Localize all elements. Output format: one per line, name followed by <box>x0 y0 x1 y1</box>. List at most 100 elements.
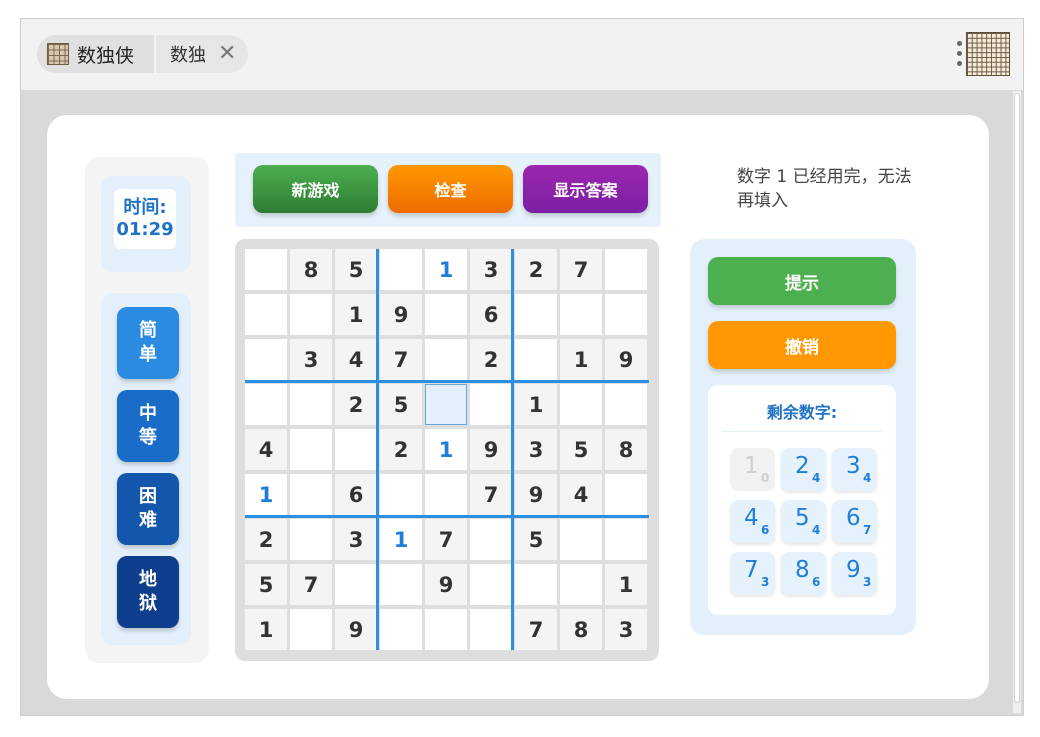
board-cell[interactable]: 9 <box>335 609 377 650</box>
board-cell[interactable]: 1 <box>425 429 467 470</box>
board-cell[interactable] <box>245 384 287 425</box>
board-cell[interactable] <box>335 564 377 605</box>
difficulty-medium-button[interactable]: 中等 <box>117 390 179 462</box>
board-cell[interactable]: 4 <box>560 474 602 515</box>
board-cell[interactable]: 8 <box>290 249 332 290</box>
board-cell[interactable]: 2 <box>335 384 377 425</box>
show-answer-button[interactable]: 显示答案 <box>523 165 648 213</box>
more-menu-icon[interactable] <box>957 41 963 69</box>
board-cell[interactable]: 5 <box>560 429 602 470</box>
board-cell[interactable] <box>605 384 647 425</box>
difficulty-easy-button[interactable]: 简单 <box>117 307 179 379</box>
board-cell[interactable] <box>290 429 332 470</box>
number-button-6[interactable]: 67 <box>832 500 877 543</box>
close-icon[interactable]: ✕ <box>218 43 236 65</box>
board-cell[interactable]: 7 <box>470 474 512 515</box>
difficulty-hell-button[interactable]: 地狱 <box>117 556 179 628</box>
board-cell[interactable] <box>470 384 512 425</box>
board-cell[interactable]: 6 <box>470 294 512 335</box>
board-cell[interactable]: 1 <box>245 474 287 515</box>
number-button-5[interactable]: 54 <box>781 500 826 543</box>
undo-button[interactable]: 撤销 <box>708 321 896 369</box>
board-cell[interactable]: 1 <box>425 249 467 290</box>
board-cell[interactable]: 3 <box>515 429 557 470</box>
board-cell[interactable] <box>245 339 287 380</box>
board-cell[interactable]: 1 <box>245 609 287 650</box>
board-cell[interactable] <box>605 249 647 290</box>
board-cell[interactable] <box>515 564 557 605</box>
board-cell[interactable] <box>245 249 287 290</box>
board-cell[interactable]: 4 <box>245 429 287 470</box>
new-game-button[interactable]: 新游戏 <box>253 165 378 213</box>
board-cell[interactable] <box>290 519 332 560</box>
board-cell[interactable]: 5 <box>380 384 422 425</box>
board-cell[interactable]: 1 <box>335 294 377 335</box>
number-button-8[interactable]: 86 <box>781 552 826 595</box>
number-button-7[interactable]: 73 <box>730 552 775 595</box>
board-cell[interactable] <box>560 564 602 605</box>
scrollbar-thumb[interactable] <box>1014 93 1020 703</box>
board-cell[interactable]: 9 <box>470 429 512 470</box>
board-cell[interactable] <box>560 384 602 425</box>
board-cell[interactable] <box>290 294 332 335</box>
board-cell[interactable] <box>380 474 422 515</box>
tab-app[interactable]: 数独侠 <box>37 35 155 73</box>
board-cell[interactable] <box>425 474 467 515</box>
tab-sudoku[interactable]: 数独 ✕ <box>156 35 249 73</box>
board-cell[interactable]: 1 <box>605 564 647 605</box>
board-cell[interactable] <box>470 609 512 650</box>
board-cell[interactable] <box>560 519 602 560</box>
vertical-scrollbar[interactable] <box>1013 91 1021 713</box>
check-button[interactable]: 检查 <box>388 165 513 213</box>
board-cell[interactable]: 5 <box>515 519 557 560</box>
board-cell[interactable] <box>560 294 602 335</box>
board-cell[interactable]: 3 <box>605 609 647 650</box>
board-cell[interactable] <box>605 474 647 515</box>
board-cell[interactable] <box>425 609 467 650</box>
board-cell[interactable]: 1 <box>560 339 602 380</box>
board-cell[interactable]: 3 <box>470 249 512 290</box>
board-cell[interactable] <box>245 294 287 335</box>
board-cell[interactable] <box>425 339 467 380</box>
board-cell[interactable] <box>425 384 467 425</box>
board-cell[interactable] <box>605 519 647 560</box>
board-cell[interactable]: 9 <box>425 564 467 605</box>
board-cell[interactable] <box>335 429 377 470</box>
number-button-3[interactable]: 34 <box>832 448 877 491</box>
board-cell[interactable]: 3 <box>335 519 377 560</box>
board-cell[interactable]: 2 <box>515 249 557 290</box>
board-cell[interactable]: 8 <box>605 429 647 470</box>
board-cell[interactable] <box>290 609 332 650</box>
hint-button[interactable]: 提示 <box>708 257 896 305</box>
board-cell[interactable] <box>605 294 647 335</box>
board-cell[interactable] <box>380 564 422 605</box>
board-cell[interactable]: 2 <box>245 519 287 560</box>
board-cell[interactable] <box>470 564 512 605</box>
board-cell[interactable] <box>290 384 332 425</box>
board-cell[interactable] <box>290 474 332 515</box>
board-cell[interactable]: 1 <box>380 519 422 560</box>
number-button-1[interactable]: 10 <box>730 448 775 491</box>
board-cell[interactable]: 3 <box>290 339 332 380</box>
board-cell[interactable] <box>380 609 422 650</box>
board-cell[interactable]: 8 <box>560 609 602 650</box>
board-cell[interactable]: 6 <box>335 474 377 515</box>
board-cell[interactable]: 9 <box>515 474 557 515</box>
board-cell[interactable]: 2 <box>470 339 512 380</box>
board-cell[interactable]: 4 <box>335 339 377 380</box>
board-cell[interactable]: 7 <box>515 609 557 650</box>
board-cell[interactable]: 9 <box>380 294 422 335</box>
board-cell[interactable]: 1 <box>515 384 557 425</box>
board-cell[interactable]: 7 <box>560 249 602 290</box>
board-cell[interactable] <box>380 249 422 290</box>
difficulty-hard-button[interactable]: 困难 <box>117 473 179 545</box>
board-cell[interactable]: 9 <box>605 339 647 380</box>
board-cell[interactable]: 5 <box>245 564 287 605</box>
app-grid-icon[interactable] <box>966 32 1010 76</box>
board-cell[interactable] <box>515 339 557 380</box>
board-cell[interactable]: 2 <box>380 429 422 470</box>
number-button-4[interactable]: 46 <box>730 500 775 543</box>
board-cell[interactable] <box>470 519 512 560</box>
board-cell[interactable]: 7 <box>290 564 332 605</box>
board-cell[interactable] <box>515 294 557 335</box>
